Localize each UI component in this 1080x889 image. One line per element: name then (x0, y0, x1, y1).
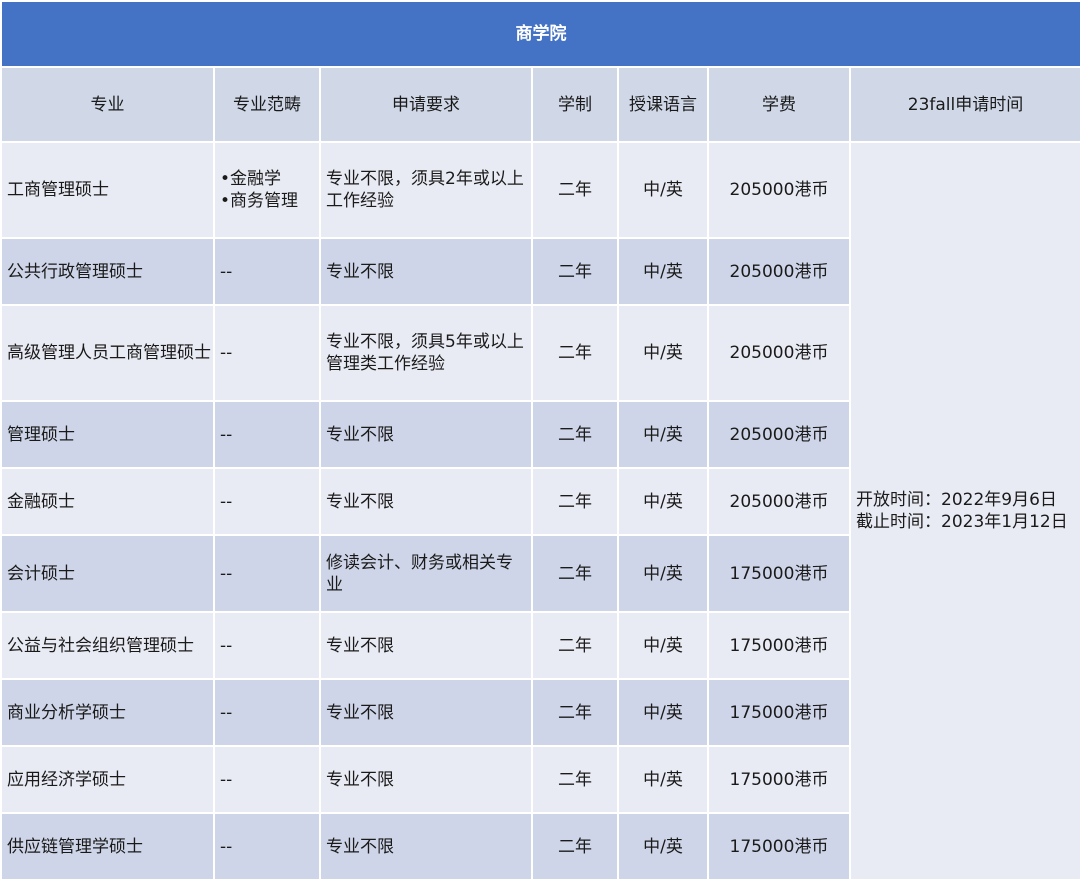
program-scope: -- (213, 745, 321, 814)
program-name: 高级管理人员工商管理硕士 (0, 304, 215, 402)
program-scope: -- (213, 304, 321, 402)
program-scope: -- (213, 534, 321, 613)
program-tuition: 205000港币 (707, 304, 851, 402)
program-scope-line: -- (220, 769, 233, 790)
program-tuition: 175000港币 (707, 611, 851, 680)
program-requirements-line: 管理类工作经验 (326, 354, 445, 374)
program-name: 应用经济学硕士 (0, 745, 215, 814)
program-scope-line: -- (220, 261, 233, 282)
program-requirements: 专业不限 (319, 467, 533, 536)
program-requirements: 专业不限，须具2年或以上 工作经验 (319, 141, 533, 239)
program-requirements-line: 专业不限，须具5年或以上 (326, 332, 524, 352)
program-name: 公益与社会组织管理硕士 (0, 611, 215, 680)
program-duration: 二年 (531, 745, 619, 814)
program-language: 中/英 (617, 400, 709, 469)
program-tuition: 175000港币 (707, 534, 851, 613)
program-language: 中/英 (617, 534, 709, 613)
program-scope: •金融学 •商务管理 (213, 141, 321, 239)
program-duration: 二年 (531, 237, 619, 306)
header-requirements: 申请要求 (319, 66, 533, 143)
program-requirements-line: 修读会计、财务或相关专业 (326, 552, 513, 595)
program-scope: -- (213, 400, 321, 469)
program-tuition: 175000港币 (707, 678, 851, 747)
program-requirements-line: 工作经验 (326, 191, 394, 211)
program-duration: 二年 (531, 304, 619, 402)
program-duration: 二年 (531, 467, 619, 536)
program-language: 中/英 (617, 745, 709, 814)
program-duration: 二年 (531, 141, 619, 239)
header-duration: 学制 (531, 66, 619, 143)
program-requirements-line: 专业不限 (326, 635, 394, 656)
program-requirements-line: 专业不限 (326, 836, 394, 857)
header-scope: 专业范畴 (213, 66, 321, 143)
program-duration: 二年 (531, 534, 619, 613)
program-requirements-line: 专业不限 (326, 491, 394, 512)
program-name: 商业分析学硕士 (0, 678, 215, 747)
program-scope-line: •金融学 (220, 169, 282, 189)
program-requirements-line: 专业不限，须具2年或以上 (326, 169, 524, 189)
program-requirements: 修读会计、财务或相关专业 (319, 534, 533, 613)
program-name: 会计硕士 (0, 534, 215, 613)
program-scope-line: -- (220, 563, 233, 584)
program-name: 公共行政管理硕士 (0, 237, 215, 306)
program-requirements: 专业不限 (319, 237, 533, 306)
program-tuition: 205000港币 (707, 400, 851, 469)
program-scope-line: •商务管理 (220, 191, 299, 211)
program-requirements: 专业不限，须具5年或以上 管理类工作经验 (319, 304, 533, 402)
header-application-period: 23fall申请时间 (849, 66, 1080, 143)
program-tuition: 205000港币 (707, 237, 851, 306)
program-name: 工商管理硕士 (0, 141, 215, 239)
program-scope: -- (213, 678, 321, 747)
program-name: 管理硕士 (0, 400, 215, 469)
program-name: 供应链管理学硕士 (0, 812, 215, 881)
application-open-date: 开放时间：2022年9月6日 (856, 490, 1057, 510)
program-scope: -- (213, 812, 321, 881)
program-duration: 二年 (531, 812, 619, 881)
program-scope: -- (213, 237, 321, 306)
application-period-cell: 开放时间：2022年9月6日 截止时间：2023年1月12日 (849, 141, 1080, 881)
header-language: 授课语言 (617, 66, 709, 143)
table-row: 工商管理硕士 •金融学 •商务管理 专业不限，须具2年或以上 工作经验 二年 中/英 2050… (0, 141, 1080, 881)
program-language: 中/英 (617, 304, 709, 402)
program-scope-line: -- (220, 343, 233, 363)
program-requirements-line: 专业不限 (326, 261, 394, 282)
program-language: 中/英 (617, 141, 709, 239)
program-language: 中/英 (617, 237, 709, 306)
program-requirements-line: 专业不限 (326, 424, 394, 445)
program-duration: 二年 (531, 400, 619, 469)
program-scope-line: -- (220, 836, 233, 857)
header-program: 专业 (0, 66, 215, 143)
program-scope-line: -- (220, 635, 233, 656)
program-requirements: 专业不限 (319, 678, 533, 747)
program-language: 中/英 (617, 611, 709, 680)
program-tuition: 205000港币 (707, 467, 851, 536)
application-close-date: 截止时间：2023年1月12日 (856, 512, 1068, 532)
program-tuition: 175000港币 (707, 745, 851, 814)
program-tuition: 205000港币 (707, 141, 851, 239)
program-requirements-line: 专业不限 (326, 769, 394, 790)
program-name: 金融硕士 (0, 467, 215, 536)
program-language: 中/英 (617, 812, 709, 881)
program-requirements: 专业不限 (319, 745, 533, 814)
program-tuition: 175000港币 (707, 812, 851, 881)
program-requirements: 专业不限 (319, 611, 533, 680)
program-scope-line: -- (220, 491, 233, 512)
program-scope-line: -- (220, 702, 233, 723)
programs-table: 商学院 专业 专业范畴 申请要求 学制 授课语言 学费 23fall申请时间 工… (0, 0, 1080, 881)
program-duration: 二年 (531, 611, 619, 680)
table-title: 商学院 (0, 0, 1080, 68)
program-duration: 二年 (531, 678, 619, 747)
program-language: 中/英 (617, 467, 709, 536)
program-scope: -- (213, 611, 321, 680)
program-scope-line: -- (220, 424, 233, 445)
program-scope: -- (213, 467, 321, 536)
program-requirements: 专业不限 (319, 812, 533, 881)
program-language: 中/英 (617, 678, 709, 747)
program-requirements: 专业不限 (319, 400, 533, 469)
program-requirements-line: 专业不限 (326, 702, 394, 723)
header-tuition: 学费 (707, 66, 851, 143)
